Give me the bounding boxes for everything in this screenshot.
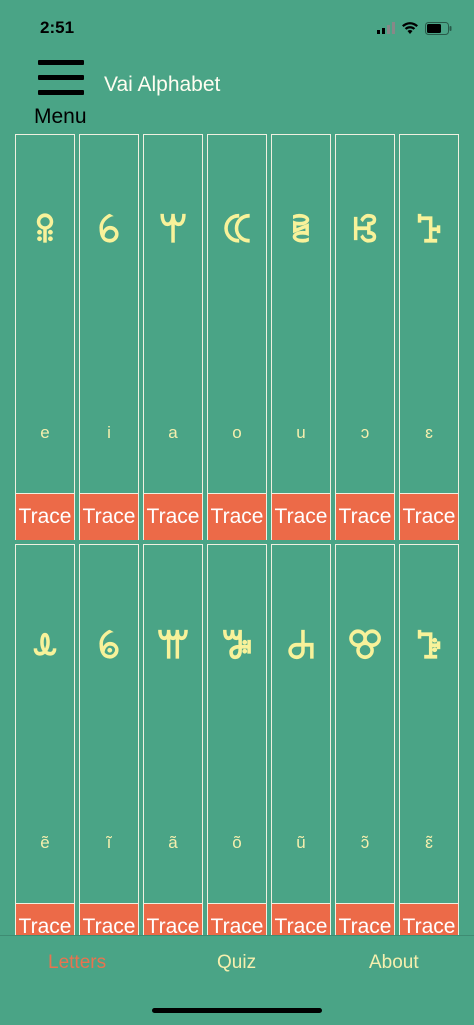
romanization: e bbox=[40, 423, 50, 442]
letter-card: ꕚ a Trace bbox=[143, 134, 203, 540]
tab-about[interactable]: About bbox=[369, 952, 419, 974]
letter-card: ꕊ ẽ Trace bbox=[15, 544, 75, 935]
vai-glyph: ꕢ bbox=[347, 623, 383, 667]
menu-label: Menu bbox=[34, 105, 87, 128]
menu-button[interactable]: Menu bbox=[34, 60, 94, 130]
romanization: o bbox=[232, 423, 242, 442]
vai-glyph: ꕊ bbox=[31, 623, 59, 667]
letter-card: ꕈ ũ Trace bbox=[271, 544, 331, 935]
romanization: ã bbox=[168, 833, 178, 852]
vai-glyph: ꕌ bbox=[156, 623, 190, 667]
romanization: a bbox=[168, 423, 178, 442]
letter-card: ꕄ ĩ Trace bbox=[79, 544, 139, 935]
vai-glyph: ꕲ bbox=[415, 623, 443, 667]
trace-button[interactable]: Trace bbox=[144, 493, 202, 540]
letter-card: ꕲ ɛ̃ Trace bbox=[399, 544, 459, 935]
trace-button[interactable]: Trace bbox=[144, 903, 202, 935]
letter-row-2: ꕊ ẽ Trace ꕄ ĩ Trace ꕌ ã Trace ꕅ õ Trace … bbox=[15, 544, 459, 935]
letter-row-1: ꕉ e Trace ꕃ i Trace ꕚ a Trace ꕆ o Trace … bbox=[15, 134, 459, 540]
letter-card: ꕌ ã Trace bbox=[143, 544, 203, 935]
vai-glyph: ꕉ bbox=[34, 207, 56, 251]
status-icons bbox=[377, 20, 452, 36]
romanization: u bbox=[296, 423, 306, 442]
romanization: ɛ̃ bbox=[425, 833, 433, 852]
cellular-signal-icon bbox=[377, 22, 395, 34]
vai-glyph: ꕚ bbox=[158, 207, 188, 251]
trace-button[interactable]: Trace bbox=[80, 493, 138, 540]
romanization: ɔ bbox=[360, 423, 370, 442]
vai-glyph: ꕇ bbox=[290, 207, 312, 251]
vai-glyph: ꕅ bbox=[221, 623, 253, 667]
status-time: 2:51 bbox=[40, 18, 75, 37]
letter-card: ꕙ ɔ Trace bbox=[335, 134, 395, 540]
tab-quiz[interactable]: Quiz bbox=[217, 952, 256, 974]
hamburger-icon bbox=[38, 60, 84, 65]
letter-card: ꕃ i Trace bbox=[79, 134, 139, 540]
letter-card: ꕆ o Trace bbox=[207, 134, 267, 540]
letter-card: ꕢ ɔ̃ Trace bbox=[335, 544, 395, 935]
vai-glyph: ꕃ bbox=[97, 207, 121, 251]
letter-card: ꕱ ɛ Trace bbox=[399, 134, 459, 540]
page-title: Vai Alphabet bbox=[104, 73, 221, 96]
home-indicator bbox=[152, 1008, 322, 1013]
trace-button[interactable]: Trace bbox=[272, 493, 330, 540]
trace-button[interactable]: Trace bbox=[208, 903, 266, 935]
battery-icon bbox=[425, 21, 452, 35]
vai-glyph: ꕄ bbox=[97, 623, 121, 667]
trace-button[interactable]: Trace bbox=[272, 903, 330, 935]
trace-button[interactable]: Trace bbox=[400, 493, 458, 540]
letter-card: ꕅ õ Trace bbox=[207, 544, 267, 935]
status-bar: 2:51 bbox=[0, 0, 474, 56]
trace-button[interactable]: Trace bbox=[336, 493, 394, 540]
romanization: ẽ bbox=[40, 833, 50, 852]
tab-bar: Letters Quiz About bbox=[0, 935, 474, 991]
letter-card: ꕇ u Trace bbox=[271, 134, 331, 540]
trace-button[interactable]: Trace bbox=[400, 903, 458, 935]
romanization: ɔ̃ bbox=[360, 833, 370, 852]
romanization: i bbox=[107, 423, 111, 442]
trace-button[interactable]: Trace bbox=[336, 903, 394, 935]
romanization: õ bbox=[232, 833, 242, 852]
wifi-icon bbox=[402, 22, 418, 34]
romanization: ɛ bbox=[425, 423, 433, 442]
vai-glyph: ꕆ bbox=[222, 207, 252, 251]
trace-button[interactable]: Trace bbox=[80, 903, 138, 935]
vai-glyph: ꕱ bbox=[415, 207, 443, 251]
vai-glyph: ꕈ bbox=[286, 623, 316, 667]
romanization: ĩ bbox=[106, 833, 112, 852]
trace-button[interactable]: Trace bbox=[16, 903, 74, 935]
vai-glyph: ꕙ bbox=[351, 207, 379, 251]
trace-button[interactable]: Trace bbox=[16, 493, 74, 540]
romanization: ũ bbox=[296, 833, 306, 852]
letter-card: ꕉ e Trace bbox=[15, 134, 75, 540]
tab-letters[interactable]: Letters bbox=[48, 952, 106, 974]
trace-button[interactable]: Trace bbox=[208, 493, 266, 540]
